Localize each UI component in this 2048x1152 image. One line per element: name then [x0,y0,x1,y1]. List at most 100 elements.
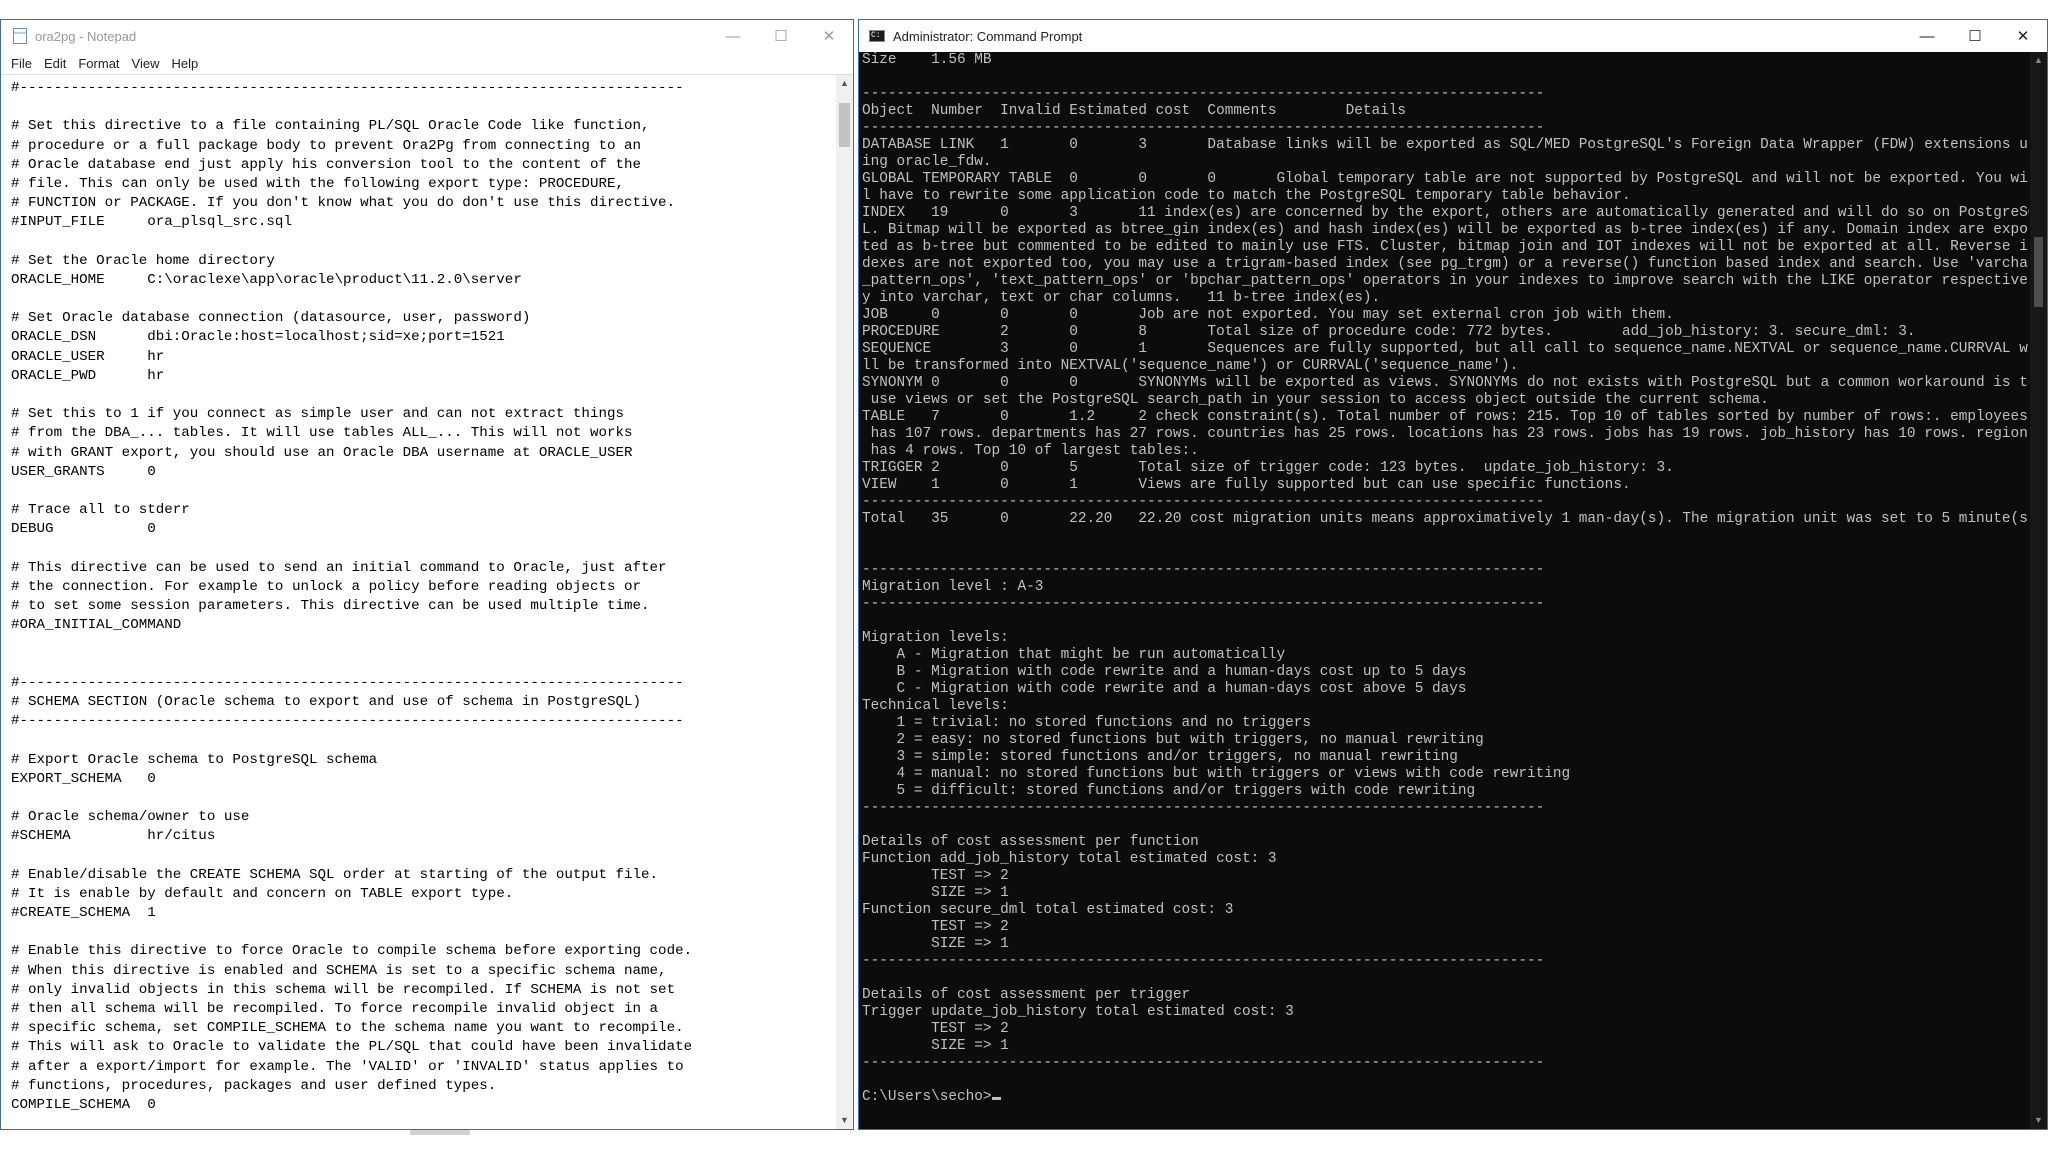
cmd-titlebar[interactable]: C: Administrator: Command Prompt — ☐ ✕ [859,20,2047,52]
text-line: #---------------------------------------… [11,713,684,730]
console-line: ted as b-tree but commented to be edited… [862,239,2029,255]
console-line: use views or set the PostgreSQL search_p… [862,392,1769,408]
text-line: # then all schema will be recompiled. To… [11,1001,659,1017]
text-line: # Set Oracle database connection (dataso… [11,310,531,327]
notepad-menubar: File Edit Format View Help [1,52,853,74]
console-line: has 4 rows. Top 10 of largest tables:. [862,443,1199,459]
vertical-scrollbar[interactable]: ▲ ▼ [836,75,853,1129]
close-button[interactable]: ✕ [1999,20,2047,52]
menu-edit[interactable]: Edit [38,56,72,71]
text-line: #CREATE_SCHEMA 1 [11,905,156,922]
scroll-down-icon[interactable]: ▼ [2030,1112,2047,1129]
console-line: 1 = trivial: no stored functions and no … [862,715,1312,731]
text-line [11,540,833,559]
text-line: #---------------------------------------… [11,674,684,691]
console-line: Details of cost assessment per trigger [862,987,1191,1003]
console-line: SIZE => 1 [862,936,1009,952]
text-line: # the connection. For example to unlock … [11,578,642,595]
text-line [11,789,833,808]
text-line: # This will ask to Oracle to validate th… [11,1039,693,1056]
text-line: # only invalid objects in this schema wi… [11,981,676,998]
console-line: Trigger update_job_history total estimat… [862,1004,1294,1020]
scroll-up-icon[interactable]: ▲ [2030,52,2047,69]
console-line: Object Number Invalid Estimated cost Com… [862,103,1407,119]
text-line [11,655,833,674]
console-line: C - Migration with code rewrite and a hu… [862,681,1467,697]
text-line: # file. This can only be used with the f… [11,175,624,192]
scroll-up-icon[interactable]: ▲ [836,75,853,92]
menu-format[interactable]: Format [72,56,125,71]
console-line: ----------------------------------------… [862,494,1545,510]
cmd-scrollbar-thumb[interactable] [2034,237,2043,307]
console-line: DATABASE LINK 1 0 3 Database links will … [862,137,2029,153]
console-line: l have to rewrite some application code … [862,188,1631,204]
console-line: ----------------------------------------… [862,1055,1545,1071]
scroll-down-icon[interactable]: ▼ [836,1112,853,1129]
console-line: ----------------------------------------… [862,120,1545,136]
desktop-bottom [0,1130,2048,1152]
text-line: # Trace all to stderr [11,502,190,519]
text-line [11,482,833,501]
menu-view[interactable]: View [126,56,166,71]
console-line: GLOBAL TEMPORARY TABLE 0 0 0 Global temp… [862,171,2029,187]
notepad-editor[interactable]: #---------------------------------------… [1,74,853,1129]
text-line: # Enable/disable the CREATE SCHEMA SQL o… [11,866,659,883]
text-line [11,847,833,866]
menu-file[interactable]: File [5,56,38,71]
console-line: TABLE 7 0 1.2 2 check constraint(s). Tot… [862,409,2028,425]
console-line: TEST => 2 [862,919,1009,935]
notepad-title: ora2pg - Notepad [35,28,137,44]
text-line: ORACLE_PWD hr [11,367,165,384]
text-line [11,731,833,750]
console-line: TEST => 2 [862,868,1009,884]
notepad-titlebar[interactable]: ora2pg - Notepad — ☐ ✕ [1,20,853,52]
text-line: ORACLE_DSN dbi:Oracle:host=localhost;sid… [11,329,505,346]
console-line: SIZE => 1 [862,885,1009,901]
maximize-button[interactable]: ☐ [1951,20,1999,52]
command-prompt-window[interactable]: C: Administrator: Command Prompt — ☐ ✕ S… [858,19,2048,1130]
text-line: # Set this to 1 if you connect as simple… [11,406,624,423]
cmd-vertical-scrollbar[interactable]: ▲ ▼ [2030,52,2047,1129]
text-line: # Oracle schema/owner to use [11,809,250,826]
console-prompt-line[interactable]: C:\Users\secho> [862,1089,2029,1106]
console-line: INDEX 19 0 3 11 index(es) are concerned … [862,205,2029,221]
console-line: L. Bitmap will be exported as btree_gin … [862,222,2029,238]
notepad-text-area[interactable]: #---------------------------------------… [11,79,833,1129]
console-line: 2 = easy: no stored functions but with t… [862,732,1484,748]
minimize-button[interactable]: — [709,20,757,52]
notepad-window[interactable]: ora2pg - Notepad — ☐ ✕ File Edit Format … [0,19,854,1130]
taskbar-indicator [410,1130,470,1135]
console-line: 3 = simple: stored functions and/or trig… [862,749,1458,765]
text-line: # It is enable by default and concern on… [11,885,514,902]
text-line: DEBUG 0 [11,521,156,538]
text-line: # procedure or a full package body to pr… [11,137,642,154]
text-line: # functions, procedures, packages and us… [11,1077,497,1094]
console-line: PROCEDURE 2 0 8 Total size of procedure … [862,324,1916,340]
text-line: # specific schema, set COMPILE_SCHEMA to… [11,1020,684,1037]
console-line: ----------------------------------------… [862,86,1545,102]
scrollbar-thumb[interactable] [839,103,850,147]
close-button[interactable]: ✕ [805,20,853,52]
console-line: ----------------------------------------… [862,562,1545,578]
minimize-button[interactable]: — [1903,20,1951,52]
text-line: # from the DBA_... tables. It will use t… [11,425,633,442]
console-line: 4 = manual: no stored functions but with… [862,766,1571,782]
text-line [11,386,833,405]
console-line: dexes are not exported too, you may use … [862,256,2029,272]
console-line: ll be transformed into NEXTVAL('sequence… [862,358,1519,374]
close-icon: ✕ [2016,28,2030,45]
console-line: A - Migration that might be run automati… [862,647,1286,663]
text-line: #INPUT_FILE ora_plsql_src.sql [11,214,292,231]
text-line: # after a export/import for example. The… [11,1058,684,1075]
desktop-top [0,0,2048,19]
close-icon: ✕ [822,28,836,45]
console-line: ----------------------------------------… [862,953,1545,969]
console-line: TRIGGER 2 0 5 Total size of trigger code… [862,460,1674,476]
maximize-button[interactable]: ☐ [757,20,805,52]
console-output[interactable]: Size 1.56 MB ----------------------------… [862,52,2029,1129]
menu-help[interactable]: Help [165,56,204,71]
